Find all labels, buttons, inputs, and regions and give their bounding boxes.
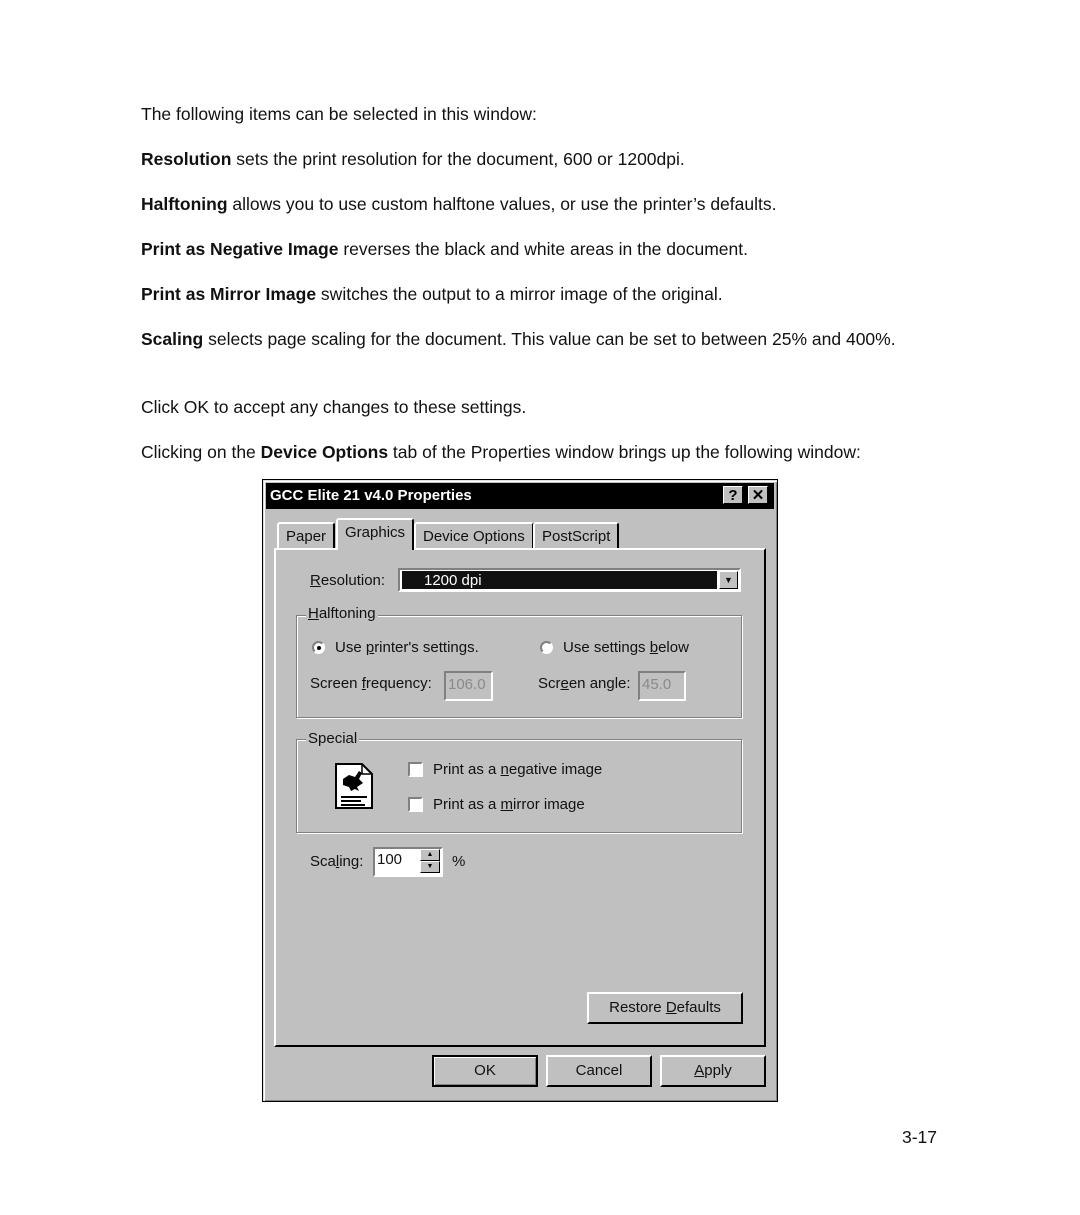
- term: Scaling: [141, 329, 204, 349]
- screen-frequency-input[interactable]: 106.0: [444, 671, 493, 701]
- resolution-selected-value: 1200 dpi: [402, 571, 717, 589]
- intro-text: The following items can be selected in t…: [141, 104, 537, 124]
- device-options-note: Clicking on the Device Options tab of th…: [141, 441, 931, 463]
- tab-device-options[interactable]: Device Options: [414, 522, 534, 548]
- screen-angle-label: Screen angle:: [538, 675, 631, 692]
- t: efaults: [676, 999, 721, 1016]
- apply-button[interactable]: Apply: [660, 1055, 766, 1087]
- scaling-unit: %: [452, 853, 466, 870]
- mnemonic: R: [310, 572, 321, 589]
- ok-button[interactable]: OK: [432, 1055, 538, 1087]
- screen-frequency-label: Screen frequency:: [310, 675, 432, 692]
- mnemonic: D: [665, 999, 677, 1016]
- term: Print as Negative Image: [141, 239, 339, 259]
- use-settings-below-label[interactable]: Use settings below: [563, 639, 689, 656]
- mnemonic: n: [500, 761, 509, 778]
- mnemonic: m: [500, 796, 514, 813]
- mnemonic: e: [560, 675, 569, 692]
- halftoning-description: Halftoning allows you to use custom half…: [141, 193, 931, 215]
- t: en angle:: [568, 675, 631, 692]
- mirror-image-label[interactable]: Print as a mirror image: [433, 796, 585, 813]
- mirror-description: Print as Mirror Image switches the outpu…: [141, 283, 931, 305]
- t: rinter's settings.: [374, 639, 479, 656]
- page-number: 3-17: [902, 1127, 938, 1147]
- desc: allows you to use custom halftone values…: [227, 194, 777, 214]
- t: Screen: [310, 675, 362, 692]
- t: Use: [335, 639, 366, 656]
- desc: reverses the black and white areas in th…: [338, 239, 748, 259]
- use-printer-settings-label[interactable]: Use printer's settings.: [335, 639, 479, 656]
- mnemonic: p: [365, 639, 375, 656]
- t: pply: [704, 1062, 732, 1079]
- mirror-image-checkbox[interactable]: [408, 797, 423, 812]
- cancel-button[interactable]: Cancel: [546, 1055, 652, 1087]
- close-button[interactable]: ✕: [748, 486, 768, 504]
- restore-defaults-button[interactable]: Restore Defaults: [587, 992, 743, 1024]
- help-icon: ?: [728, 487, 738, 504]
- mnemonic: A: [694, 1062, 705, 1079]
- use-printer-settings-radio[interactable]: [312, 641, 325, 654]
- desc: sets the print resolution for the docume…: [231, 149, 685, 169]
- label-text: alftoning: [318, 605, 376, 622]
- desc: switches the output to a mirror image of…: [316, 284, 723, 304]
- printer-document-icon: [335, 763, 373, 809]
- t: irror image: [513, 796, 585, 813]
- halftoning-group: [296, 615, 742, 718]
- t: Print as a: [433, 796, 501, 813]
- term: Print as Mirror Image: [141, 284, 317, 304]
- desc: selects page scaling for the document. T…: [203, 329, 896, 349]
- scaling-label: Scaling:: [310, 853, 363, 870]
- negative-image-label[interactable]: Print as a negative image: [433, 761, 602, 778]
- tab-graphics[interactable]: Graphics: [336, 518, 415, 550]
- t: Print as a: [433, 761, 501, 778]
- dropdown-arrow-icon[interactable]: ▼: [719, 571, 738, 589]
- resolution-select[interactable]: 1200 dpi ▼: [398, 568, 741, 592]
- text: Clicking on the: [141, 442, 261, 462]
- special-group-label: Special: [306, 730, 360, 747]
- label-text: esolution:: [320, 572, 386, 589]
- ok-note: Click OK to accept any changes to these …: [141, 397, 527, 417]
- scaling-description: Scaling selects page scaling for the doc…: [141, 328, 931, 350]
- mnemonic: b: [649, 639, 659, 656]
- resolution-description: Resolution sets the print resolution for…: [141, 148, 931, 170]
- help-button[interactable]: ?: [723, 486, 743, 504]
- scaling-value: 100: [377, 851, 403, 868]
- t: Scr: [538, 675, 561, 692]
- text: tab of the Properties window brings up t…: [388, 442, 861, 462]
- scaling-spinbox[interactable]: 100 ▲ ▼: [373, 847, 443, 877]
- mnemonic: H: [308, 605, 319, 622]
- radio-selected-dot: [317, 646, 321, 650]
- tab-postscript[interactable]: PostScript: [533, 522, 620, 548]
- close-icon: ✕: [751, 487, 765, 504]
- t: egative image: [508, 761, 603, 778]
- t: requency:: [365, 675, 432, 692]
- resolution-label: Resolution:: [310, 572, 385, 589]
- spin-up-icon[interactable]: ▲: [420, 849, 440, 861]
- screen-angle-input[interactable]: 45.0: [638, 671, 686, 701]
- use-settings-below-radio[interactable]: [540, 641, 553, 654]
- term: Resolution: [141, 149, 232, 169]
- negative-description: Print as Negative Image reverses the bla…: [141, 238, 931, 260]
- dialog-title: GCC Elite 21 v4.0 Properties: [270, 487, 472, 504]
- t: Restore: [609, 999, 666, 1016]
- spin-down-icon[interactable]: ▼: [420, 861, 440, 873]
- tab-paper[interactable]: Paper: [277, 522, 336, 548]
- t: elow: [658, 639, 689, 656]
- term: Halftoning: [141, 194, 228, 214]
- t: Sca: [310, 853, 336, 870]
- halftoning-group-label: Halftoning: [306, 605, 378, 622]
- title-bar: GCC Elite 21 v4.0 Properties: [266, 483, 774, 509]
- t: Use settings: [563, 639, 650, 656]
- term: Device Options: [260, 442, 389, 462]
- t: ing:: [339, 853, 364, 870]
- negative-image-checkbox[interactable]: [408, 762, 423, 777]
